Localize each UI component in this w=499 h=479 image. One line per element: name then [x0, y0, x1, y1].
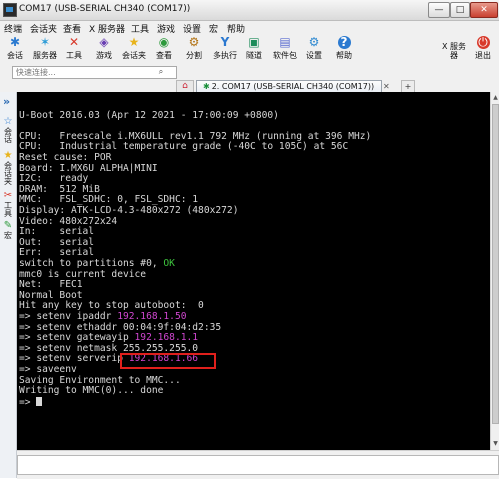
menu-settings[interactable]: 设置: [183, 22, 201, 35]
packages-button[interactable]: ▤ 软件包: [270, 36, 300, 64]
macros-pen-icon: ✎: [3, 220, 13, 231]
tab-strip: ⌂ ✱ 2. COM17 (USB-SERIAL CH340 (COM17)) ✕…: [0, 80, 499, 93]
terminal-line: Saving Environment to MMC...: [19, 374, 181, 386]
title-bar: COM17 (USB-SERIAL CH340 (COM17)) — □ ✕: [0, 0, 499, 21]
tunneling-icon: ▣: [248, 35, 260, 49]
sessions-star-icon: ☆: [3, 116, 13, 127]
sidebar-item-sessions[interactable]: ☆ 会话: [1, 116, 15, 145]
quick-connect-input[interactable]: 快速连接...: [12, 66, 177, 79]
scroll-up-icon[interactable]: ▲: [492, 93, 499, 102]
terminal-line: Writing to MMC(0)... done: [19, 385, 164, 397]
tools-button[interactable]: ✕ 工具: [63, 36, 85, 64]
menu-help[interactable]: 帮助: [227, 22, 245, 35]
exit-button[interactable]: ⏻ 退出: [472, 36, 494, 64]
menu-games[interactable]: 游戏: [157, 22, 175, 35]
sidebar-item-bookmarks[interactable]: ★ 会话夹: [1, 150, 15, 187]
multiexec-button[interactable]: Y 多执行: [210, 36, 240, 64]
multiexec-icon: Y: [220, 35, 230, 49]
terminal-line: CPU: Freescale i.MX6ULL rev1.1 792 MHz (…: [19, 130, 372, 142]
quick-connect-bar: 快速连接... ⌕: [0, 65, 499, 80]
toolbar: ✱ 会话 ✶ 服务器 ✕ 工具 ◈ 游戏 ★ 会话夹 ◉ 查看 ⚙ 分割 Y 多…: [0, 35, 499, 65]
bookmarks-icon: ★: [128, 35, 140, 49]
window-title: COM17 (USB-SERIAL CH340 (COM17)): [19, 4, 191, 14]
sidebar-item-tools[interactable]: ✂ 工具: [1, 190, 15, 219]
power-icon: ⏻: [476, 35, 490, 49]
terminal-line: I2C: ready: [19, 173, 89, 185]
view-icon: ◉: [158, 35, 170, 49]
terminal-line: Display: ATK-LCD-4.3-480x272 (480x272): [19, 205, 239, 216]
menu-terminal[interactable]: 终端: [4, 22, 22, 35]
terminal-line: DRAM: 512 MiB: [19, 183, 100, 195]
terminal-line: Err: serial: [19, 247, 95, 259]
bookmarks-star-icon: ★: [3, 150, 13, 161]
servers-button[interactable]: ✶ 服务器: [30, 36, 60, 64]
menu-bar: 终端 会话夹 查看 X 服务器 工具 游戏 设置 宏 帮助: [0, 21, 499, 35]
help-button[interactable]: ? 帮助: [333, 36, 355, 64]
terminal-bottom-bar: [17, 450, 499, 479]
terminal-line: U-Boot 2016.03 (Apr 12 2021 - 17:00:09 +…: [19, 109, 279, 121]
terminal-line: Net: FEC1: [19, 279, 83, 291]
scrollbar-thumb[interactable]: [492, 104, 499, 424]
terminal-line: MMC: FSL_SDHC: 0, FSL_SDHC: 1: [19, 194, 199, 206]
terminal-line: mmc0 is current device: [19, 268, 147, 280]
terminal-scrollbar[interactable]: ▲ ▼: [490, 92, 499, 450]
menu-macros[interactable]: 宏: [209, 22, 218, 35]
help-icon: ?: [337, 36, 351, 49]
expand-sidebar-icon[interactable]: »: [3, 95, 10, 108]
sidebar-item-macros[interactable]: ✎ 宏: [1, 220, 15, 241]
games-icon: ◈: [99, 35, 109, 49]
terminal-line: switch to partitions #0, OK: [19, 258, 175, 269]
menu-xserver[interactable]: X 服务器: [89, 22, 125, 35]
terminal-line: Normal Boot: [19, 289, 83, 301]
terminal-line: =>: [19, 396, 43, 408]
tab-com17[interactable]: ✱ 2. COM17 (USB-SERIAL CH340 (COM17)) ✕: [196, 80, 390, 92]
xserver-button[interactable]: X 服务器: [441, 36, 467, 64]
terminal-input-area[interactable]: [17, 455, 499, 475]
view-button[interactable]: ◉ 查看: [153, 36, 175, 64]
terminal-line: => setenv ipaddr 192.168.1.50: [19, 311, 187, 322]
settings-icon: ⚙: [308, 35, 320, 49]
packages-icon: ▤: [279, 35, 291, 49]
terminal-line: CPU: Industrial temperature grade (-40C …: [19, 141, 349, 153]
terminal-line: Video: 480x272x24: [19, 215, 118, 227]
scroll-down-icon[interactable]: ▼: [492, 439, 499, 448]
terminal-line: Board: I.MX6U ALPHA|MINI: [19, 162, 158, 174]
side-panel: » ☆ 会话 ★ 会话夹 ✂ 工具 ✎ 宏: [0, 92, 17, 478]
serverip-highlight-box: [120, 353, 216, 369]
terminal-line: => setenv gatewayip 192.168.1.1: [19, 332, 199, 344]
settings-button[interactable]: ⚙ 设置: [303, 36, 325, 64]
close-button[interactable]: ✕: [470, 2, 498, 18]
servers-icon: ✶: [39, 35, 51, 49]
games-button[interactable]: ◈ 游戏: [93, 36, 115, 64]
tools-scissors-icon: ✂: [3, 190, 13, 201]
terminal-line: Out: serial: [19, 236, 95, 248]
split-button[interactable]: ⚙ 分割: [183, 36, 205, 64]
bookmarks-button[interactable]: ★ 会话夹: [119, 36, 149, 64]
tunneling-button[interactable]: ▣ 隧道: [243, 36, 265, 64]
terminal-line: => setenv ethaddr 00:04:9f:04:d2:35: [19, 321, 222, 333]
terminal-output[interactable]: U-Boot 2016.03 (Apr 12 2021 - 17:00:09 +…: [17, 92, 490, 450]
tab-close-icon[interactable]: ✕: [383, 81, 390, 92]
session-button[interactable]: ✱ 会话: [4, 36, 26, 64]
maximize-button[interactable]: □: [450, 2, 470, 18]
tab-star-icon: ✱: [203, 82, 210, 91]
menu-tools[interactable]: 工具: [131, 22, 149, 35]
menu-sessions[interactable]: 会话夹: [30, 22, 57, 35]
split-icon: ⚙: [188, 35, 200, 49]
terminal-line: => saveenv: [19, 364, 77, 375]
tab-label: 2. COM17 (USB-SERIAL CH340 (COM17)): [211, 82, 375, 91]
terminal-line: Reset cause: POR: [19, 152, 112, 163]
menu-view[interactable]: 查看: [63, 22, 81, 35]
minimize-button[interactable]: —: [428, 2, 450, 18]
app-icon: [3, 3, 17, 17]
session-icon: ✱: [9, 35, 21, 49]
terminal-line: Hit any key to stop autoboot: 0: [19, 300, 204, 312]
search-icon[interactable]: ⌕: [156, 67, 166, 76]
terminal-line: In: serial: [19, 226, 95, 238]
tools-icon: ✕: [68, 35, 80, 49]
terminal-cursor: [36, 396, 43, 406]
